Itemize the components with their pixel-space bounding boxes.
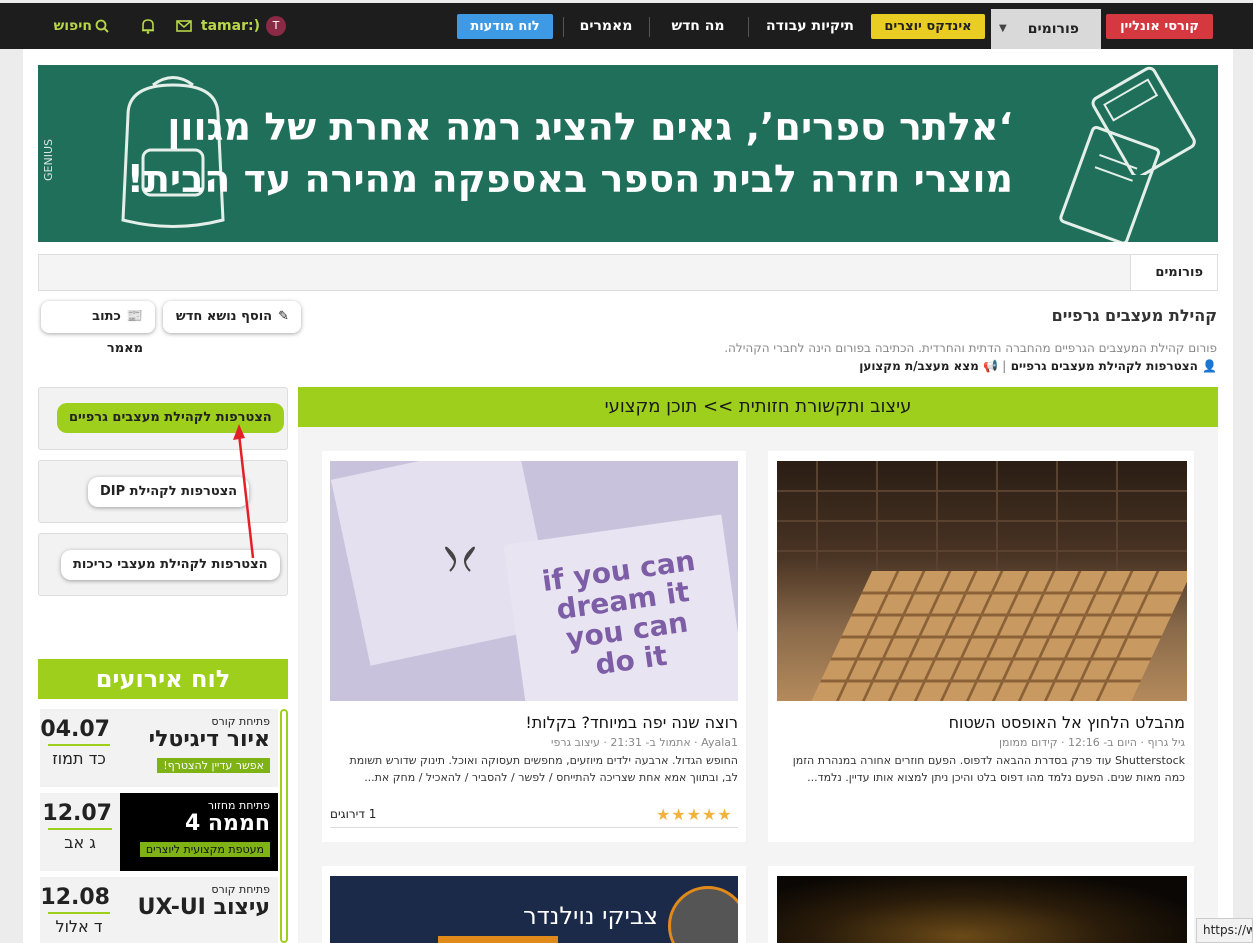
bell-icon[interactable] — [137, 3, 155, 49]
brand-logo: GENIUS — [42, 139, 55, 181]
article-card[interactable]: מהבלט הלחוץ אל האופסט השטוח גיל גרוף · ה… — [768, 451, 1194, 842]
edit-icon: ✎ — [278, 309, 289, 324]
nav-articles[interactable]: מאמרים — [568, 3, 644, 49]
article-image-profile[interactable]: צביקי נוילנדר — [330, 876, 738, 943]
event-info: פתיחת מחזור חממה 4 מעטפת מקצועית ליוצרים — [120, 799, 270, 857]
status-url-tooltip: https://ww — [1196, 918, 1253, 943]
event-date-number: 12.08 — [40, 885, 110, 914]
search-label: חיפוש — [53, 18, 92, 34]
top-navbar: קורסי אונליין ▼ פורומים אינדקס יוצרים תי… — [0, 3, 1253, 49]
event-hebrew-date: ד אלול — [55, 917, 103, 936]
event-date: 12.07 ג אב — [40, 793, 120, 871]
annotation-arrow — [233, 424, 255, 559]
author-name: צביקי נוילנדר — [523, 902, 658, 930]
event-item[interactable]: 04.07 כד תמוז פתיחת קורס איור דיגיטלי אפ… — [40, 709, 278, 787]
event-item[interactable]: 12.07 ג אב פתיחת מחזור חממה 4 מעטפת מקצו… — [40, 793, 278, 871]
link-separator: | — [997, 359, 1007, 373]
events-heading: לוח אירועים — [38, 659, 288, 699]
event-info: פתיחת קורס איור דיגיטלי אפשר עדיין להצטר… — [120, 715, 270, 773]
nav-creators-index[interactable]: אינדקס יוצרים — [871, 14, 985, 39]
event-date: 04.07 כד תמוז — [40, 717, 110, 768]
search-button[interactable]: חיפוש — [48, 3, 110, 49]
username: tamar:) — [200, 18, 260, 34]
article-card[interactable]: צביקי נוילנדר — [322, 866, 746, 943]
add-new-topic-label: הוסף נושא חדש — [175, 309, 273, 324]
article-title[interactable]: מהבלט הלחוץ אל האופסט השטוח — [949, 713, 1185, 732]
article-meta: Ayala1 · אתמול ב- 21:31 · עיצוב גרפי — [551, 736, 738, 749]
event-date-number: 04.07 — [40, 717, 110, 746]
breadcrumb: פורומים — [38, 254, 1218, 291]
megaphone-icon: 📢 — [983, 359, 998, 373]
article-image-letterpress[interactable] — [777, 461, 1187, 701]
article-excerpt: Shutterstock עוד פרק בסדרת ההבאה לדפוס. … — [792, 754, 1185, 784]
community-links: 👤 הצטרפות לקהילת מעצבים גרפיים | 📢 מצא מ… — [859, 359, 1217, 373]
content-heading: עיצוב ותקשורת חזותית >> תוכן מקצועי — [298, 387, 1218, 427]
add-new-topic-button[interactable]: ✎ הוסף נושא חדש — [163, 301, 301, 333]
nav-online-courses[interactable]: קורסי אונליין — [1106, 14, 1213, 39]
article-title[interactable]: רוצה שנה יפה במיוחד? בקלות! — [525, 713, 738, 732]
article-meta: גיל גרוף · היום ב- 12:16 · קידום ממומן — [999, 736, 1185, 749]
rating-count: 1 דירוגים — [330, 807, 377, 821]
nav-forums-label: פורומים — [1027, 21, 1079, 37]
events-scrollbar[interactable] — [280, 709, 288, 943]
banner-headline-1: ‘אלתר ספרים’, גאים להציג רמה אחרת של מגו… — [167, 105, 1013, 149]
ad-banner[interactable]: GENIUS ‘אלתר ספרים’, גאים להציג רמה אחרת… — [38, 65, 1218, 242]
nav-bulletin-board[interactable]: לוח מודעות — [457, 14, 553, 39]
newspaper-icon: 📰 — [126, 309, 143, 324]
article-excerpt: החופש הגדול. ארבעה ילדים מיוזעים, מחפשים… — [349, 754, 738, 784]
event-title: איור דיגיטלי — [148, 727, 270, 752]
event-title: עיצוב UX-UI — [137, 895, 270, 920]
write-article-button[interactable]: 📰 כתוב מאמר — [41, 301, 155, 356]
event-hebrew-date: ג אב — [64, 833, 96, 852]
nav-divider — [563, 17, 564, 37]
profile-photo — [668, 886, 738, 943]
article-image-poster[interactable]: if you can dream it you can do it — [330, 461, 738, 701]
nav-divider — [748, 17, 749, 37]
community-description: פורום קהילת המעצבים הגרפיים מהחברה הדתית… — [724, 341, 1217, 355]
notebook-illustration — [1059, 125, 1161, 242]
card-divider — [330, 827, 738, 828]
envelope-icon[interactable] — [174, 3, 192, 49]
search-icon — [95, 19, 109, 33]
event-date: 12.08 ד אלול — [40, 885, 110, 936]
event-title: חממה 4 — [184, 811, 270, 836]
event-item[interactable]: 12.08 ד אלול פתיחת קורס עיצוב UX-UI — [40, 877, 278, 943]
event-tag: מעטפת מקצועית ליוצרים — [139, 842, 270, 857]
avatar: T — [266, 16, 286, 36]
event-date-number: 12.07 — [42, 801, 112, 830]
chevron-down-icon[interactable]: ▼ — [999, 9, 1007, 49]
article-image-lights[interactable] — [777, 876, 1187, 943]
breadcrumb-forums[interactable]: פורומים — [1130, 255, 1217, 290]
nav-forums[interactable]: ▼ פורומים — [991, 9, 1101, 49]
banner-headline-2: מוצרי חזרה לבית הספר באספקה מהירה עד הבי… — [126, 157, 1013, 201]
article-card[interactable]: if you can dream it you can do it רוצה ש… — [322, 451, 746, 842]
join-community-link[interactable]: הצטרפות לקהילת מעצבים גרפיים — [1011, 359, 1198, 373]
user-menu[interactable]: T tamar:) — [201, 3, 290, 49]
page-title: קהילת מעצבים גרפיים — [1051, 306, 1217, 325]
nav-portfolios[interactable]: תיקיות עבודה — [758, 3, 862, 49]
rating-stars[interactable]: ★★★★★ — [656, 805, 733, 824]
nav-whats-new[interactable]: מה חדש — [658, 3, 738, 49]
find-designer-link[interactable]: מצא מעצב/ת מקצוען — [859, 359, 979, 373]
backpack-illustration — [121, 76, 225, 228]
event-info: פתיחת קורס עיצוב UX-UI — [120, 883, 270, 920]
event-tag: אפשר עדיין להצטרף! — [157, 758, 270, 773]
orange-accent — [438, 936, 558, 943]
article-card[interactable] — [768, 866, 1194, 943]
nav-divider — [649, 17, 650, 37]
event-hebrew-date: כד תמוז — [52, 749, 106, 768]
add-user-icon: 👤 — [1202, 359, 1217, 373]
